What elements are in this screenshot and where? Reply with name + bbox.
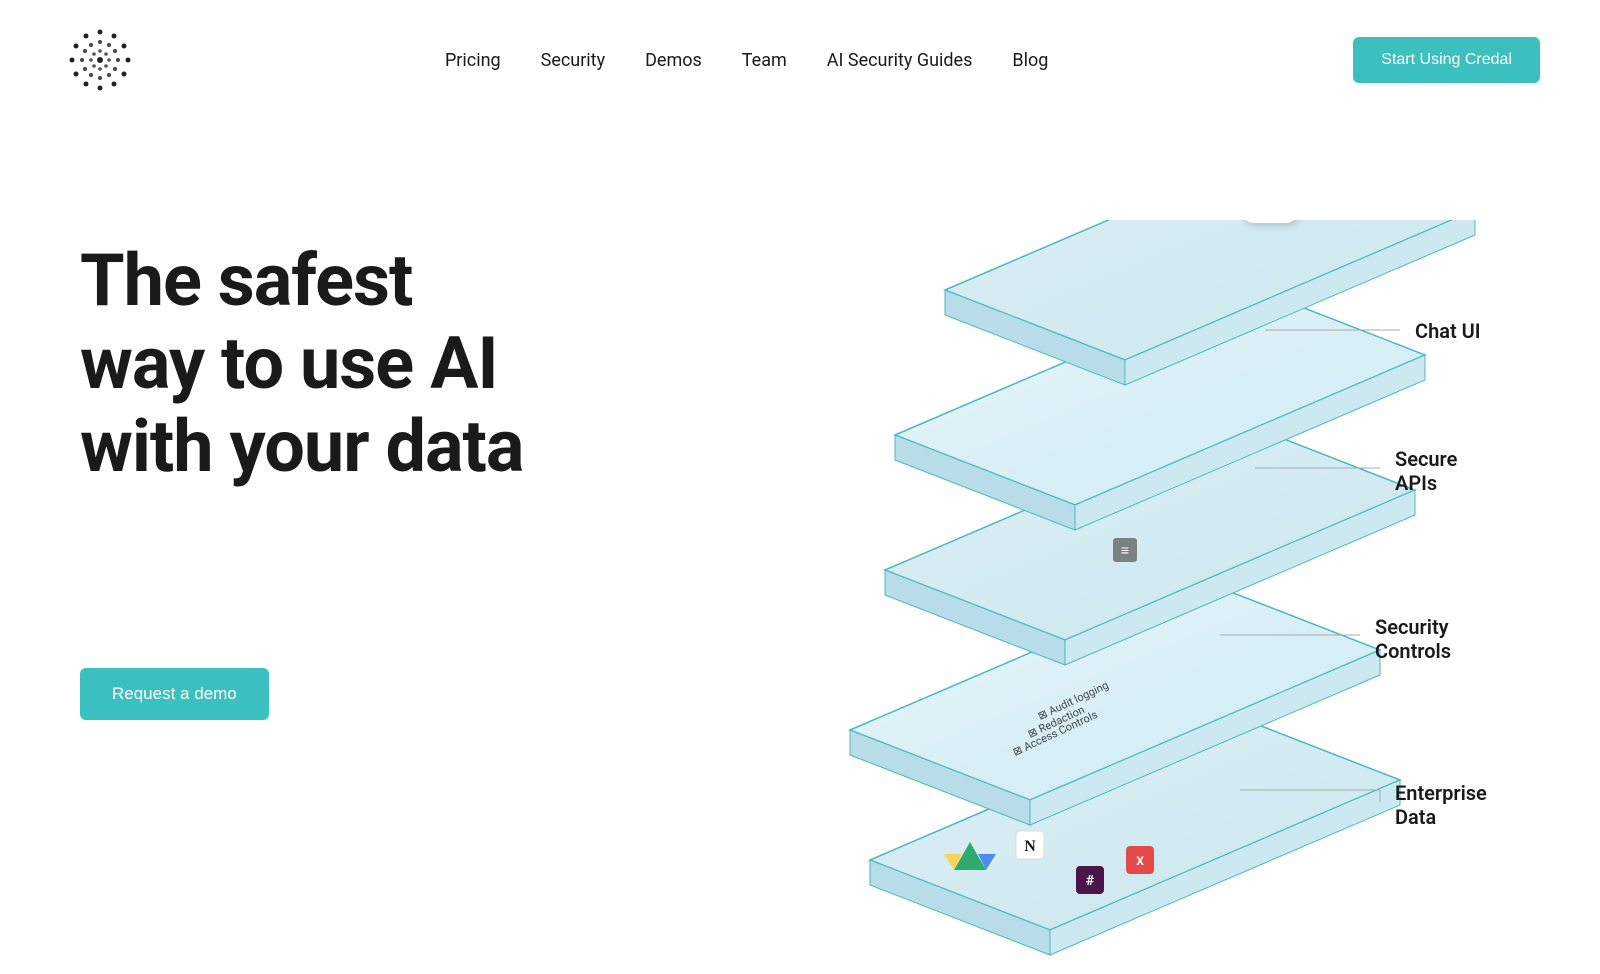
start-using-credal-button[interactable]: Start Using Credal bbox=[1353, 37, 1540, 83]
nav-team[interactable]: Team bbox=[742, 50, 787, 71]
header: Pricing Security Demos Team AI Security … bbox=[0, 0, 1600, 120]
architecture-diagram: N # X Enterprise Data bbox=[700, 220, 1600, 970]
hero-section: The safest way to use AI with your data … bbox=[0, 120, 1600, 720]
svg-text:Controls: Controls bbox=[1375, 639, 1451, 663]
svg-text:Security: Security bbox=[1375, 615, 1449, 639]
nav-pricing[interactable]: Pricing bbox=[445, 50, 501, 71]
logo[interactable] bbox=[60, 20, 140, 100]
request-demo-button[interactable]: Request a demo bbox=[80, 668, 269, 720]
svg-text:Chat UI: Chat UI bbox=[1415, 319, 1481, 343]
svg-text:#: # bbox=[1086, 873, 1095, 889]
svg-text:≡: ≡ bbox=[1121, 543, 1129, 559]
svg-text:Data: Data bbox=[1395, 805, 1436, 829]
hero-text: The safest way to use AI with your data … bbox=[80, 180, 523, 720]
hero-title: The safest way to use AI with your data bbox=[80, 240, 523, 488]
svg-text:Enterprise: Enterprise bbox=[1395, 781, 1487, 805]
nav-security[interactable]: Security bbox=[541, 50, 605, 71]
main-nav: Pricing Security Demos Team AI Security … bbox=[445, 50, 1048, 71]
nav-demos[interactable]: Demos bbox=[645, 50, 702, 71]
svg-text:X: X bbox=[1136, 854, 1144, 868]
svg-text:Secure: Secure bbox=[1395, 447, 1458, 471]
diagram-svg: N # X Enterprise Data bbox=[700, 220, 1600, 970]
nav-ai-security-guides[interactable]: AI Security Guides bbox=[827, 50, 973, 71]
svg-text:APIs: APIs bbox=[1395, 471, 1437, 495]
svg-text:N: N bbox=[1024, 838, 1036, 855]
nav-blog[interactable]: Blog bbox=[1012, 50, 1048, 71]
